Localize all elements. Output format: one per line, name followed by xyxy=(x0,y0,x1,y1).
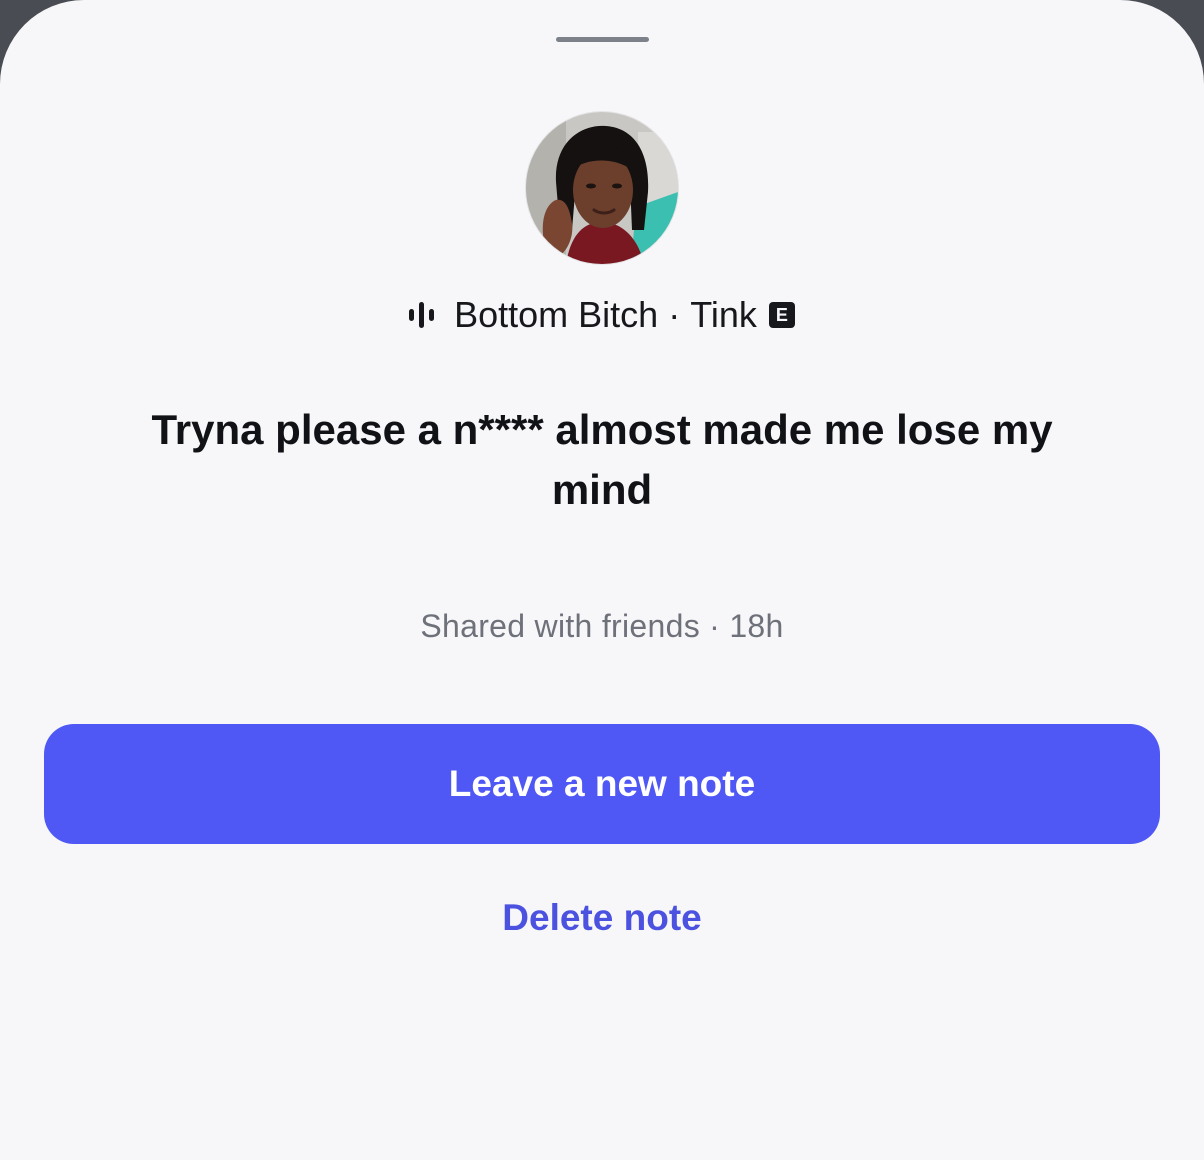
note-meta: Shared with friends · 18h xyxy=(420,608,784,644)
note-bottom-sheet: Bottom Bitch · Tink E Tryna please a n**… xyxy=(0,0,1204,1160)
song-title: Bottom Bitch xyxy=(454,294,659,335)
avatar xyxy=(526,112,678,264)
delete-note-button[interactable]: Delete note xyxy=(402,890,802,946)
note-text: Tryna please a n**** almost made me lose… xyxy=(151,406,1053,513)
audio-bars-icon xyxy=(409,300,435,330)
leave-new-note-button[interactable]: Leave a new note xyxy=(44,724,1160,844)
song-attribution[interactable]: Bottom Bitch · Tink E xyxy=(0,290,1204,340)
explicit-badge: E xyxy=(768,302,795,328)
song-artist: Tink xyxy=(690,294,757,335)
drag-handle[interactable] xyxy=(556,37,649,42)
song-separator: · xyxy=(668,294,681,335)
